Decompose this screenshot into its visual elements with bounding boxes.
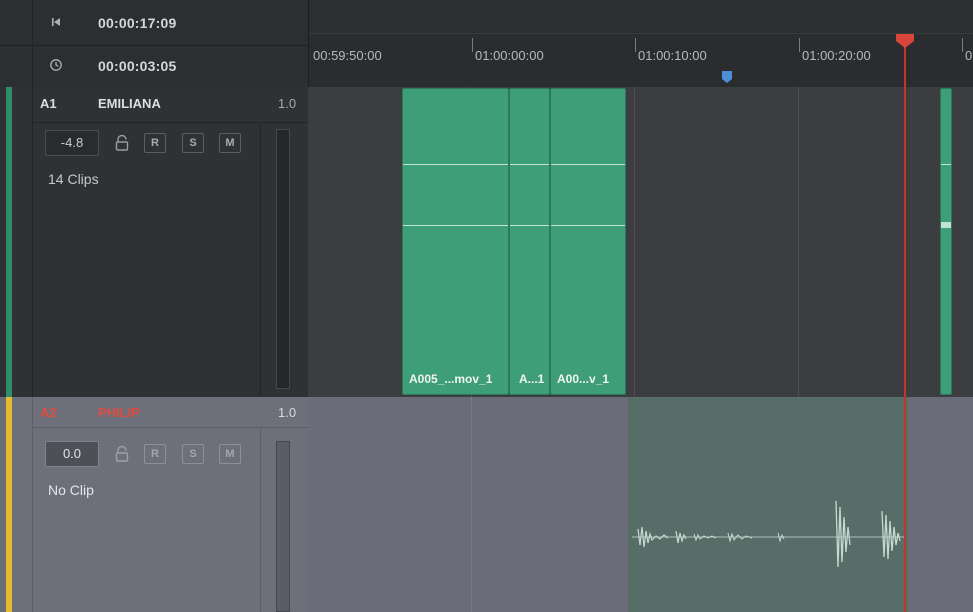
column-divider: [260, 428, 261, 612]
ruler-tick: [635, 38, 636, 52]
mute-button[interactable]: M: [219, 444, 241, 464]
clip-count: No Clip: [48, 482, 94, 498]
ruler-tick: [799, 38, 800, 52]
lock-icon[interactable]: [114, 134, 130, 152]
ruler-label: 0: [965, 48, 973, 63]
row-divider: [32, 122, 308, 123]
track-id: A1: [40, 96, 57, 111]
audio-meter: [276, 441, 290, 612]
audio-clip[interactable]: A005_...mov_1: [402, 88, 509, 395]
audio-clip[interactable]: A...1: [509, 88, 550, 395]
column-divider: [260, 123, 261, 397]
grid-line: [471, 397, 472, 612]
selected-region[interactable]: [628, 397, 908, 612]
mute-button[interactable]: M: [219, 133, 241, 153]
track-id: A2: [40, 405, 57, 420]
ruler-tick: [472, 38, 473, 52]
waveform-line: [551, 225, 625, 226]
record-arm-button[interactable]: R: [144, 444, 166, 464]
ruler-label: 01:00:20:00: [802, 48, 871, 63]
ruler-label: 01:00:10:00: [638, 48, 707, 63]
ruler-tick: [962, 38, 963, 52]
skip-to-start-icon[interactable]: [49, 15, 63, 29]
timeline-header: 00:00:17:09 00:00:03:05: [0, 0, 308, 87]
grid-line: [798, 87, 799, 397]
waveform-line: [941, 222, 951, 228]
ruler-label: 00:59:50:00: [313, 48, 382, 63]
track-name[interactable]: PHILIP: [98, 405, 140, 420]
clock-icon: [50, 59, 62, 71]
waveform-line: [510, 225, 549, 226]
clip-name: A00...v_1: [557, 372, 610, 386]
track-gain: 1.0: [278, 96, 297, 111]
solo-button[interactable]: S: [182, 133, 204, 153]
solo-button[interactable]: S: [182, 444, 204, 464]
audio-clip[interactable]: [940, 88, 952, 395]
timecode-row-current: 00:00:17:09: [0, 3, 308, 46]
volume-field[interactable]: 0.0: [45, 441, 99, 467]
lock-icon[interactable]: [114, 445, 130, 463]
track-header-a2[interactable]: A2 PHILIP 1.0 0.0 R S M No Clip: [0, 397, 308, 612]
ruler-label: 01:00:00:00: [475, 48, 544, 63]
volume-field[interactable]: -4.8: [45, 130, 99, 156]
track-header-panel: [12, 397, 308, 612]
column-divider: [32, 87, 33, 397]
duration-timecode: 00:00:03:05: [98, 58, 177, 74]
timeline-marker[interactable]: [721, 70, 733, 84]
track-name[interactable]: EMILIANA: [98, 96, 161, 111]
current-timecode: 00:00:17:09: [98, 15, 177, 31]
timecode-row-duration: 00:00:03:05: [0, 46, 308, 88]
record-arm-button[interactable]: R: [144, 133, 166, 153]
timeline-ruler[interactable]: 00:59:50:00 01:00:00:00 01:00:10:00 01:0…: [308, 0, 973, 87]
waveform-line: [403, 164, 508, 165]
waveform-line: [551, 164, 625, 165]
ruler-top-band: [309, 0, 973, 34]
playhead-line[interactable]: [904, 44, 906, 612]
waveform-line: [403, 225, 508, 226]
clip-name: A005_...mov_1: [409, 372, 493, 386]
track-lane-a2[interactable]: [308, 397, 973, 612]
clip-name: A...1: [519, 372, 545, 386]
track-gain: 1.0: [278, 405, 297, 420]
audio-clip[interactable]: A00...v_1: [550, 88, 626, 395]
track-header-a1[interactable]: A1 EMILIANA 1.0 -4.8 R S M 14 Clips: [0, 87, 308, 398]
column-divider: [32, 397, 33, 612]
waveform: [632, 500, 906, 568]
playhead-handle[interactable]: [895, 33, 915, 49]
track-lane-a1[interactable]: A005_...mov_1 A...1 A00...v_1: [308, 87, 973, 398]
audio-meter: [276, 129, 290, 389]
row-divider: [32, 427, 308, 428]
waveform-line: [941, 164, 951, 165]
clip-count: 14 Clips: [48, 171, 99, 187]
grid-line: [634, 87, 635, 397]
waveform-line: [510, 164, 549, 165]
